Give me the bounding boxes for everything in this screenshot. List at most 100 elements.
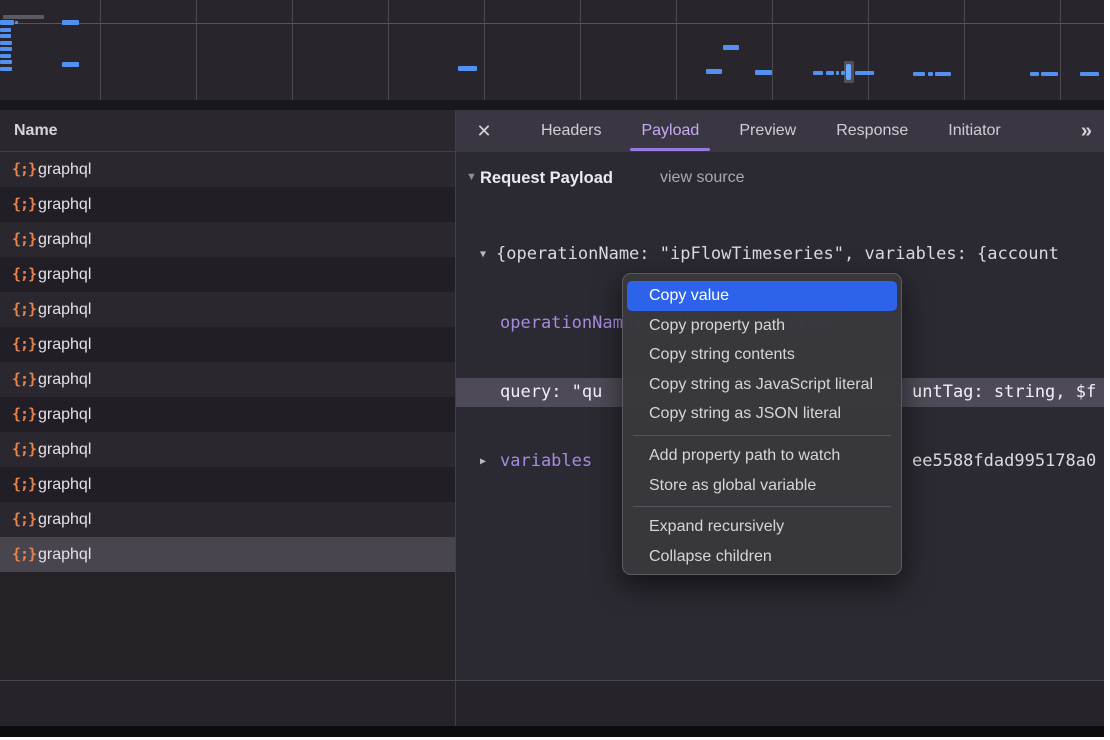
request-row[interactable]: {;}graphql — [0, 327, 455, 362]
panel-divider[interactable] — [455, 110, 456, 726]
more-tabs-icon[interactable]: » — [1081, 120, 1090, 143]
json-request-icon: {;} — [12, 502, 36, 537]
request-name: graphql — [38, 467, 91, 502]
json-request-icon: {;} — [12, 327, 36, 362]
tab-preview[interactable]: Preview — [732, 110, 803, 152]
tab-payload[interactable]: Payload — [634, 110, 706, 152]
json-request-icon: {;} — [12, 467, 36, 502]
request-row[interactable]: {;}graphql — [0, 292, 455, 327]
request-payload-section-header[interactable]: ▼ Request Payload view source — [456, 164, 1104, 192]
json-request-icon: {;} — [12, 397, 36, 432]
menu-item-copy-string-contents[interactable]: Copy string contents — [627, 340, 897, 370]
bottom-edge-bar — [0, 726, 1104, 737]
details-tabs: Headers Payload Preview Response Initiator — [508, 110, 1008, 152]
json-request-icon: {;} — [12, 187, 36, 222]
request-timing-bar — [836, 71, 839, 75]
json-request-icon: {;} — [12, 537, 36, 572]
menu-item-copy-string-as-javascript-literal[interactable]: Copy string as JavaScript literal — [627, 370, 897, 400]
name-column-header[interactable]: Name — [0, 110, 455, 152]
request-row[interactable]: {;}graphql — [0, 432, 455, 467]
request-timing-bar — [0, 67, 12, 71]
request-timing-bar — [913, 72, 925, 76]
request-timing-bar — [0, 28, 11, 32]
tab-response[interactable]: Response — [829, 110, 915, 152]
request-name: graphql — [38, 187, 91, 222]
tree-row-root[interactable]: ▼ {operationName: "ipFlowTimeseries", va… — [456, 240, 1104, 269]
timeline-gridline — [1060, 0, 1061, 100]
request-timing-bar — [1080, 72, 1099, 76]
menu-item-store-as-global-variable[interactable]: Store as global variable — [627, 471, 897, 501]
request-row[interactable]: {;}graphql — [0, 152, 455, 187]
request-row[interactable]: {;}graphql — [0, 467, 455, 502]
view-source-link[interactable]: view source — [660, 164, 744, 192]
request-row[interactable]: {;}graphql — [0, 397, 455, 432]
json-request-icon: {;} — [12, 292, 36, 327]
menu-item-copy-value[interactable]: Copy value — [627, 281, 897, 311]
property-key: variables — [500, 451, 592, 471]
request-timing-bar — [458, 66, 477, 71]
request-row-selected[interactable]: {;}graphql — [0, 537, 455, 572]
request-timing-bar — [826, 71, 834, 75]
menu-item-add-property-path-to-watch[interactable]: Add property path to watch — [627, 441, 897, 471]
json-request-icon: {;} — [12, 432, 36, 467]
timeline-gridline — [964, 0, 965, 100]
request-timing-bar — [755, 70, 772, 75]
request-name: graphql — [38, 292, 91, 327]
expand-open-icon[interactable]: ▼ — [480, 240, 486, 269]
menu-item-collapse-children[interactable]: Collapse children — [627, 542, 897, 572]
request-name: graphql — [38, 397, 91, 432]
request-row[interactable]: {;}graphql — [0, 362, 455, 397]
request-timing-bar — [0, 20, 14, 25]
request-timing-bar — [813, 71, 823, 75]
request-timing-bar — [0, 41, 12, 45]
section-title: Request Payload — [480, 164, 613, 192]
json-request-icon: {;} — [12, 362, 36, 397]
request-row[interactable]: {;}graphql — [0, 502, 455, 537]
property-key: operationName — [500, 313, 633, 333]
menu-item-copy-property-path[interactable]: Copy property path — [627, 311, 897, 341]
timeline-gridline — [388, 0, 389, 100]
key-separator: : — [551, 382, 571, 402]
request-timing-bar — [928, 72, 933, 76]
request-name: graphql — [38, 502, 91, 537]
request-row[interactable]: {;}graphql — [0, 187, 455, 222]
request-timing-bar — [1030, 72, 1039, 76]
request-name: graphql — [38, 362, 91, 397]
request-row[interactable]: {;}graphql — [0, 257, 455, 292]
request-timing-bar — [62, 62, 79, 67]
tab-initiator[interactable]: Initiator — [941, 110, 1007, 152]
request-name: graphql — [38, 327, 91, 362]
request-list: {;}graphql{;}graphql{;}graphql{;}graphql… — [0, 152, 455, 572]
request-row[interactable]: {;}graphql — [0, 222, 455, 257]
request-name: graphql — [38, 152, 91, 187]
close-icon[interactable]: ✕ — [474, 121, 494, 142]
summary-separator — [0, 680, 1104, 681]
timeline-gridline — [484, 0, 485, 100]
timeline-gridline — [868, 0, 869, 100]
tab-headers[interactable]: Headers — [534, 110, 608, 152]
request-name: graphql — [38, 432, 91, 467]
menu-separator — [633, 435, 891, 436]
details-tabbar: ✕ Headers Payload Preview Response Initiator… — [456, 110, 1104, 152]
expand-closed-icon[interactable]: ▶ — [480, 447, 486, 476]
overview-bottom-strip — [0, 100, 1104, 110]
devtools-window: Name {;}graphql{;}graphql{;}graphql{;}gr… — [0, 0, 1104, 737]
request-timing-bar — [0, 34, 11, 38]
devtools-network-screenshot: Name {;}graphql{;}graphql{;}graphql{;}gr… — [0, 0, 1110, 740]
section-collapse-icon[interactable]: ▼ — [466, 171, 477, 183]
property-value-right: ee5588fdad995178a0 — [912, 447, 1096, 476]
network-overview-timeline[interactable] — [0, 0, 1104, 100]
timeline-gridline — [100, 0, 101, 100]
request-timing-bar — [846, 64, 851, 80]
request-timing-bar — [0, 47, 12, 51]
request-name: graphql — [38, 222, 91, 257]
request-timing-bar — [935, 72, 951, 76]
request-timing-bar — [3, 15, 44, 19]
timeline-gridline — [580, 0, 581, 100]
menu-item-copy-string-as-json-literal[interactable]: Copy string as JSON literal — [627, 399, 897, 429]
timeline-gridline — [196, 0, 197, 100]
root-object-preview: {operationName: "ipFlowTimeseries", vari… — [496, 240, 1059, 269]
menu-item-expand-recursively[interactable]: Expand recursively — [627, 512, 897, 542]
request-timing-bar — [0, 60, 12, 64]
network-main-area: Name {;}graphql{;}graphql{;}graphql{;}gr… — [0, 110, 1104, 680]
